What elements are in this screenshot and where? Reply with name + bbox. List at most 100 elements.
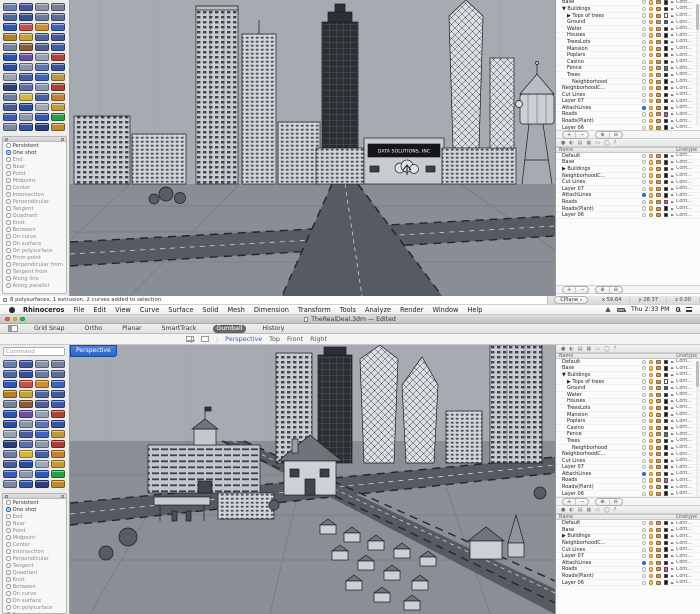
toolbox-icon[interactable] xyxy=(3,450,17,458)
current-layer-radio[interactable] xyxy=(642,465,646,469)
toolbox-icon[interactable] xyxy=(19,43,33,51)
panel-tab-icon[interactable]: ◐ xyxy=(569,506,573,514)
current-layer-radio[interactable] xyxy=(642,360,646,364)
menu-item[interactable]: Help xyxy=(467,306,482,314)
toolbox-icon[interactable] xyxy=(51,93,65,101)
layers-scrollbar[interactable] xyxy=(696,361,699,497)
toolbox-icon[interactable] xyxy=(19,83,33,91)
apple-menu-icon[interactable] xyxy=(9,307,15,313)
layer-color-swatch[interactable] xyxy=(664,167,668,171)
toolbox-icon[interactable] xyxy=(3,480,17,488)
spotlight-search-icon[interactable] xyxy=(676,307,681,312)
current-layer-radio[interactable] xyxy=(642,393,646,397)
panel-tab-icon[interactable]: ◐ xyxy=(569,345,573,353)
toolbox-icon[interactable] xyxy=(19,440,33,448)
current-layer-radio[interactable] xyxy=(642,541,646,545)
layer-color-swatch[interactable] xyxy=(664,379,668,383)
layer-lock-icon[interactable] xyxy=(656,160,661,164)
layer-lock-icon[interactable] xyxy=(656,99,661,103)
layer-visibility-bulb-icon[interactable] xyxy=(649,521,653,525)
panel-tab-icon[interactable]: ◯ xyxy=(604,139,610,147)
layer-color-swatch[interactable] xyxy=(664,60,668,64)
toolbox-icon[interactable] xyxy=(19,400,33,408)
layer-row[interactable]: Layer 06 Cont... xyxy=(556,125,700,130)
viewport-bottom[interactable]: Perspective xyxy=(70,345,555,614)
current-layer-radio[interactable] xyxy=(642,206,646,210)
layer-color-swatch[interactable] xyxy=(664,399,668,403)
toolbox-icon[interactable] xyxy=(35,380,49,388)
layer-options-button[interactable]: ⊕ xyxy=(596,287,609,293)
layer-lock-icon[interactable] xyxy=(656,20,661,24)
layer-color-swatch[interactable] xyxy=(664,154,668,158)
layer-color-swatch[interactable] xyxy=(664,20,668,24)
layer-lock-icon[interactable] xyxy=(656,406,661,410)
layer-color-swatch[interactable] xyxy=(664,439,668,443)
layer-visibility-bulb-icon[interactable] xyxy=(649,125,653,129)
toolbox-icon[interactable] xyxy=(35,73,49,81)
layer-visibility-bulb-icon[interactable] xyxy=(649,432,653,436)
layer-lock-icon[interactable] xyxy=(656,112,661,116)
current-layer-radio[interactable] xyxy=(642,200,646,204)
toolbox-icon[interactable] xyxy=(35,420,49,428)
layer-visibility-bulb-icon[interactable] xyxy=(649,0,653,4)
layer-color-swatch[interactable] xyxy=(664,213,668,217)
layer-color-swatch[interactable] xyxy=(664,445,668,449)
layer-color-swatch[interactable] xyxy=(664,561,668,565)
viewport-tab[interactable]: Right xyxy=(310,335,327,343)
add-layer-button[interactable]: + xyxy=(563,287,576,293)
layer-lock-icon[interactable] xyxy=(656,380,661,384)
toolbox-icon[interactable] xyxy=(51,380,65,388)
layer-visibility-bulb-icon[interactable] xyxy=(649,20,653,24)
current-layer-radio[interactable] xyxy=(642,534,646,538)
layer-lock-icon[interactable] xyxy=(656,126,661,130)
toolbox-icon[interactable] xyxy=(51,113,65,121)
toolbox-icon[interactable] xyxy=(51,73,65,81)
wifi-icon[interactable] xyxy=(605,307,611,312)
panel-tab-icon[interactable]: ▭ xyxy=(595,139,600,147)
panel-dock-icon[interactable] xyxy=(5,495,8,498)
layer-lock-icon[interactable] xyxy=(656,47,661,51)
layer-color-swatch[interactable] xyxy=(664,465,668,469)
osnap-item[interactable]: Near xyxy=(3,163,66,170)
layer-visibility-bulb-icon[interactable] xyxy=(649,360,653,364)
toolbox-icon[interactable] xyxy=(51,480,65,488)
layer-lock-icon[interactable] xyxy=(656,534,661,538)
current-layer-radio[interactable] xyxy=(642,79,646,83)
panel-tab-icon[interactable]: ◯ xyxy=(604,345,610,353)
toolbox-icon[interactable] xyxy=(19,450,33,458)
layer-lock-icon[interactable] xyxy=(656,485,661,489)
layer-visibility-bulb-icon[interactable] xyxy=(649,379,653,383)
toolbox-icon[interactable] xyxy=(3,53,17,61)
menu-item[interactable]: Curve xyxy=(140,306,159,314)
toolbox-icon[interactable] xyxy=(19,93,33,101)
layer-color-swatch[interactable] xyxy=(664,574,668,578)
layer-visibility-bulb-icon[interactable] xyxy=(649,99,653,103)
single-viewport-layout-icon[interactable] xyxy=(201,336,209,342)
layer-visibility-bulb-icon[interactable] xyxy=(649,439,653,443)
toolbox-icon[interactable] xyxy=(35,400,49,408)
toolbox-icon[interactable] xyxy=(51,400,65,408)
osnap-mode-radio[interactable]: Persistent xyxy=(3,142,66,149)
layer-lock-icon[interactable] xyxy=(656,426,661,430)
menu-item[interactable]: File xyxy=(73,306,84,314)
current-layer-radio[interactable] xyxy=(642,33,646,37)
current-layer-radio[interactable] xyxy=(642,419,646,423)
layer-color-swatch[interactable] xyxy=(664,187,668,191)
sidebar-toggle-icon[interactable] xyxy=(8,325,18,332)
layer-lock-icon[interactable] xyxy=(656,167,661,171)
toolbox-icon[interactable] xyxy=(51,360,65,368)
toolbox-icon[interactable] xyxy=(51,460,65,468)
layer-visibility-bulb-icon[interactable] xyxy=(649,40,653,44)
osnap-item[interactable]: Point xyxy=(3,527,66,534)
toolbox-icon[interactable] xyxy=(35,440,49,448)
current-layer-radio[interactable] xyxy=(642,112,646,116)
layer-options-button[interactable]: ⊕ xyxy=(596,132,609,138)
layer-color-swatch[interactable] xyxy=(664,46,668,50)
layer-lock-icon[interactable] xyxy=(656,180,661,184)
layer-color-swatch[interactable] xyxy=(664,33,668,37)
panel-tab-icon[interactable]: ? xyxy=(614,506,617,514)
current-layer-radio[interactable] xyxy=(642,386,646,390)
osnap-item[interactable]: Midpoint xyxy=(3,534,66,541)
toolbox-icon[interactable] xyxy=(35,23,49,31)
viewport-canvas-bottom[interactable] xyxy=(70,345,555,614)
